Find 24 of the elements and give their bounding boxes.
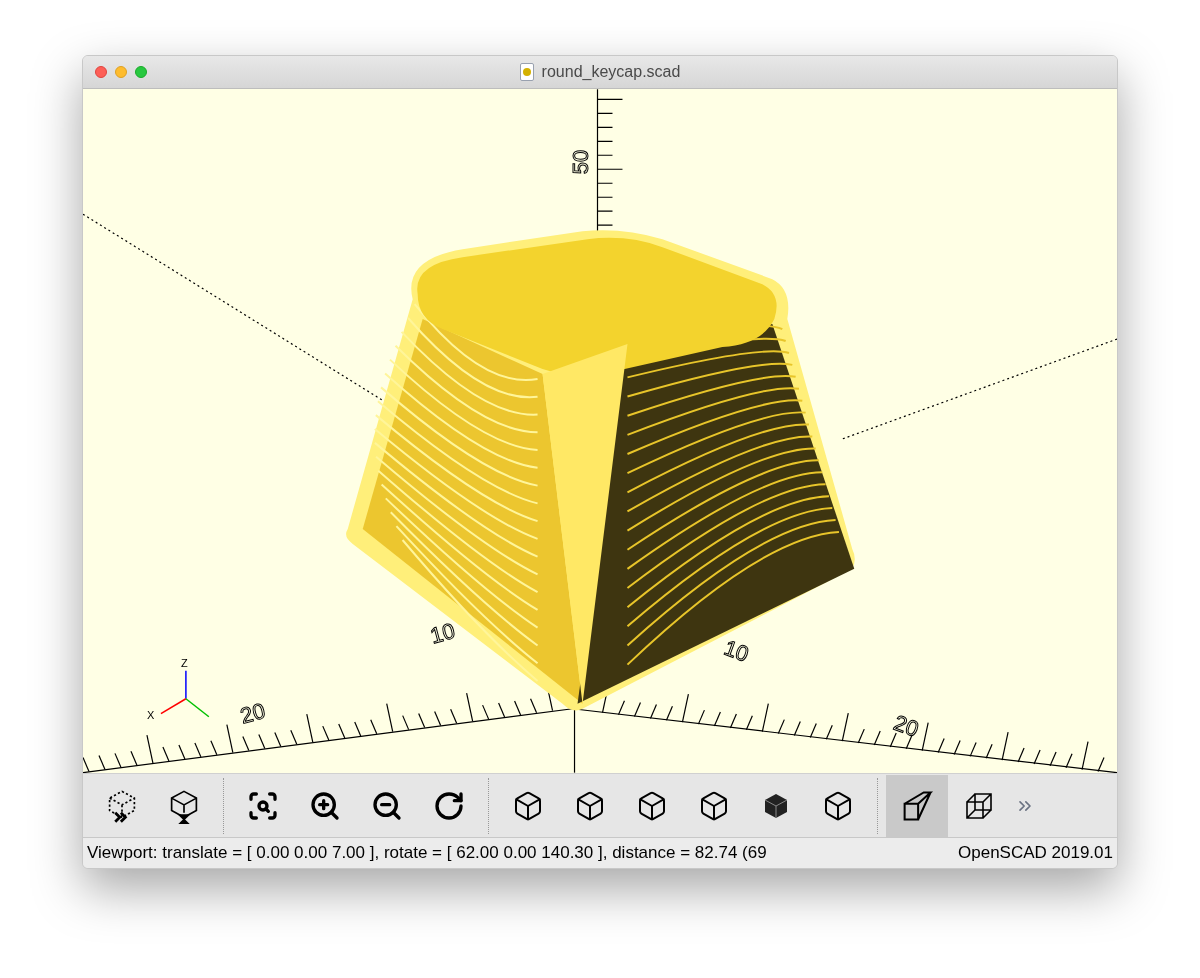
window-title: round_keycap.scad xyxy=(541,62,681,82)
cube-icon xyxy=(512,789,544,822)
document-icon xyxy=(519,63,534,81)
perspective-button[interactable] xyxy=(886,774,948,837)
cube-icon xyxy=(698,789,730,822)
version-label: OpenSCAD 2019.01 xyxy=(958,842,1113,865)
cube-icon xyxy=(636,789,668,822)
zoom-in-icon xyxy=(309,789,341,822)
3d-viewport[interactable]: 50 10 20 10 20 Z X xyxy=(83,89,1117,773)
zoom-out-icon xyxy=(371,789,403,822)
cube-icon xyxy=(822,789,854,822)
axis-label: 20 xyxy=(890,709,922,742)
reset-view-icon xyxy=(433,789,465,822)
axis-label: 10 xyxy=(427,618,458,649)
axis-label: 50 xyxy=(567,149,593,175)
cube-icon xyxy=(574,789,606,822)
view-all-icon xyxy=(247,789,279,822)
axis-label: 20 xyxy=(237,698,268,729)
z-axis-label: Z xyxy=(180,656,188,669)
viewport-status: Viewport: translate = [ 0.00 0.00 7.00 ], rotate = [ 62.00 0.00 140.30 ], distance = 82.74 (69 xyxy=(87,842,767,865)
x-axis-label: X xyxy=(146,708,155,721)
axis-indicator-drawing xyxy=(160,670,210,718)
close-button[interactable] xyxy=(95,66,107,78)
axis-label: 10 xyxy=(720,635,753,667)
